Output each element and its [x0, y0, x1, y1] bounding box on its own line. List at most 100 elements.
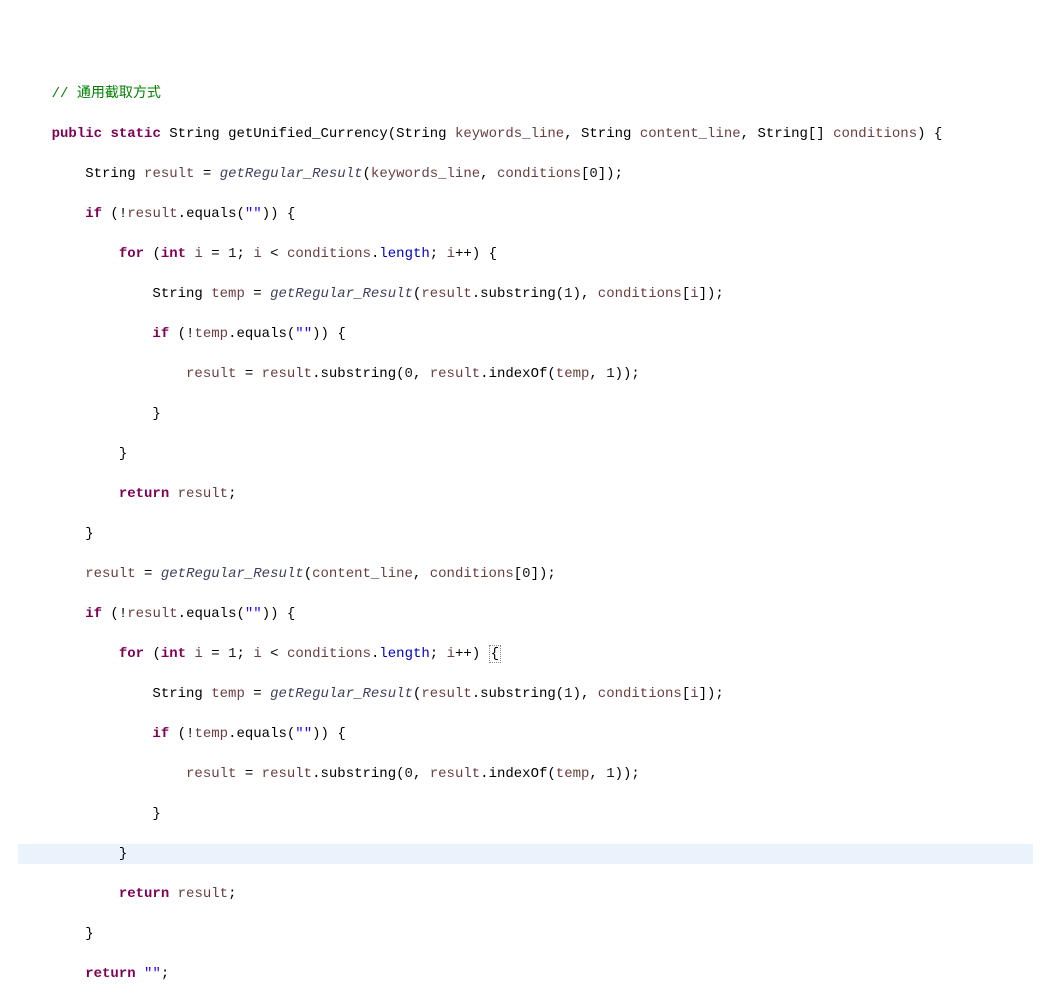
param-conditions: conditions	[430, 566, 514, 582]
kw-if: if	[85, 606, 102, 622]
var-temp: temp	[556, 366, 590, 382]
var-i: i	[690, 286, 698, 302]
var-i: i	[447, 646, 455, 662]
lit-empty: ""	[245, 206, 262, 222]
code-line: public static String getUnified_Currency…	[18, 124, 1033, 144]
var-result: result	[85, 566, 135, 582]
cursor-icon: {	[489, 645, 501, 663]
param-conditions: conditions	[287, 646, 371, 662]
var-result: result	[262, 366, 312, 382]
var-temp: temp	[211, 286, 245, 302]
type-string: String	[581, 126, 631, 142]
code-line: if (!result.equals("")) {	[18, 604, 1033, 624]
var-i: i	[447, 246, 455, 262]
var-result: result	[144, 166, 194, 182]
code-line: }	[18, 804, 1033, 824]
kw-if: if	[85, 206, 102, 222]
param-conditions: conditions	[497, 166, 581, 182]
lit-zero: 0	[522, 566, 530, 582]
lit-zero: 0	[405, 366, 413, 382]
call-substring: substring	[321, 766, 397, 782]
kw-return: return	[85, 966, 135, 982]
code-line: if (!temp.equals("")) {	[18, 324, 1033, 344]
var-result: result	[430, 766, 480, 782]
call-equals: equals	[236, 726, 286, 742]
fn-helper: getRegular_Result	[161, 566, 304, 582]
lit-empty: ""	[295, 726, 312, 742]
var-i: i	[194, 246, 202, 262]
lit-one: 1	[228, 646, 236, 662]
code-line: for (int i = 1; i < conditions.length; i…	[18, 644, 1033, 664]
code-line: result = result.substring(0, result.inde…	[18, 764, 1033, 784]
kw-public: public	[52, 126, 102, 142]
code-line: // 通用截取方式	[18, 84, 1033, 104]
var-result: result	[430, 366, 480, 382]
type-string: String	[85, 166, 135, 182]
call-equals: equals	[186, 606, 236, 622]
code-line: for (int i = 1; i < conditions.length; i…	[18, 244, 1033, 264]
code-line: String result = getRegular_Result(keywor…	[18, 164, 1033, 184]
var-result: result	[127, 206, 177, 222]
type-string: String	[152, 286, 202, 302]
code-line: }	[18, 404, 1033, 424]
call-indexof: indexOf	[489, 766, 548, 782]
var-temp: temp	[556, 766, 590, 782]
lit-one: 1	[564, 286, 572, 302]
param-conditions: conditions	[833, 126, 917, 142]
kw-if: if	[152, 326, 169, 342]
code-line: result = result.substring(0, result.inde…	[18, 364, 1033, 384]
call-equals: equals	[186, 206, 236, 222]
kw-int: int	[161, 246, 186, 262]
lit-zero: 0	[589, 166, 597, 182]
call-equals: equals	[236, 326, 286, 342]
lit-one: 1	[606, 766, 614, 782]
kw-static: static	[110, 126, 160, 142]
call-indexof: indexOf	[489, 366, 548, 382]
var-result: result	[421, 686, 471, 702]
code-line: }	[18, 524, 1033, 544]
call-substring: substring	[321, 366, 397, 382]
code-line: return result;	[18, 484, 1033, 504]
var-i: i	[253, 246, 261, 262]
comment: // 通用截取方式	[52, 86, 161, 102]
code-line: }	[18, 924, 1033, 944]
var-result: result	[178, 486, 228, 502]
lit-one: 1	[564, 686, 572, 702]
param-content-line: content_line	[312, 566, 413, 582]
var-result: result	[262, 766, 312, 782]
lit-empty: ""	[245, 606, 262, 622]
lit-one: 1	[606, 366, 614, 382]
param-conditions: conditions	[598, 286, 682, 302]
var-temp: temp	[194, 726, 228, 742]
code-line: if (!temp.equals("")) {	[18, 724, 1033, 744]
code-line: if (!result.equals("")) {	[18, 204, 1033, 224]
type-string: String	[169, 126, 219, 142]
var-temp: temp	[211, 686, 245, 702]
var-result: result	[186, 366, 236, 382]
param-keywords-line: keywords_line	[371, 166, 480, 182]
var-i: i	[253, 646, 261, 662]
kw-return: return	[119, 886, 169, 902]
member-length: length	[379, 246, 429, 262]
param-content-line: content_line	[640, 126, 741, 142]
var-result: result	[421, 286, 471, 302]
code-line: }	[18, 444, 1033, 464]
kw-for: for	[119, 646, 144, 662]
param-conditions: conditions	[287, 246, 371, 262]
lit-one: 1	[228, 246, 236, 262]
type-string-arr: String[]	[757, 126, 824, 142]
kw-return: return	[119, 486, 169, 502]
call-substring: substring	[480, 686, 556, 702]
code-line: return "";	[18, 964, 1033, 984]
lit-zero: 0	[405, 766, 413, 782]
param-keywords-line: keywords_line	[455, 126, 564, 142]
fn-helper: getRegular_Result	[270, 686, 413, 702]
member-length: length	[379, 646, 429, 662]
lit-empty: ""	[295, 326, 312, 342]
call-substring: substring	[480, 286, 556, 302]
type-string: String	[396, 126, 446, 142]
var-result: result	[178, 886, 228, 902]
var-result: result	[186, 766, 236, 782]
highlighted-line: }	[18, 844, 1033, 864]
type-string: String	[152, 686, 202, 702]
